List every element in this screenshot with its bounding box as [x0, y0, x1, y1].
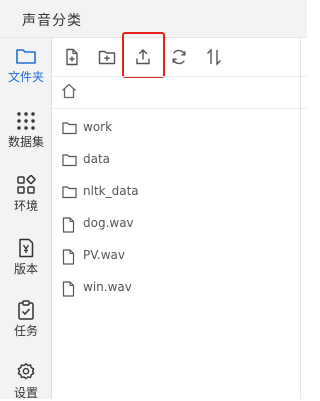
file-list-item[interactable]: nltk_data	[62, 182, 292, 204]
task-clipboard-icon	[18, 300, 34, 320]
sidebar-item-task[interactable]: 任务	[0, 300, 52, 339]
sort-icon	[207, 48, 221, 66]
file-list-item[interactable]: data	[62, 150, 292, 172]
toolbar-divider	[52, 76, 307, 77]
panel-divider	[300, 38, 301, 399]
sidebar-item-version[interactable]: 版本	[0, 238, 52, 277]
sidebar: 文件夹 数据集 环境 版本 任务 设置	[0, 38, 52, 401]
file-name: dog.wav	[83, 216, 134, 230]
file-name: win.wav	[83, 280, 132, 294]
folder-icon	[62, 186, 77, 199]
folder-icon	[62, 154, 77, 167]
file-list-item[interactable]: work	[62, 118, 292, 140]
file-list-item[interactable]: PV.wav	[62, 246, 292, 268]
dataset-grid-icon	[17, 112, 35, 130]
sort-button[interactable]	[204, 47, 224, 67]
file-icon	[62, 217, 75, 233]
new-folder-icon	[98, 50, 116, 65]
sidebar-item-folder[interactable]: 文件夹	[0, 46, 52, 85]
file-name: nltk_data	[83, 184, 139, 198]
sidebar-item-label: 设置	[13, 386, 38, 400]
sidebar-item-label: 环境	[13, 199, 38, 213]
file-list-item[interactable]: win.wav	[62, 278, 292, 300]
folder-icon	[16, 49, 36, 64]
new-folder-button[interactable]	[97, 47, 117, 67]
file-name: work	[83, 120, 113, 134]
sidebar-item-label: 文件夹	[7, 70, 44, 84]
file-list-item[interactable]: dog.wav	[62, 214, 292, 236]
breadcrumb-home[interactable]	[60, 82, 80, 102]
file-name: data	[83, 152, 111, 166]
sidebar-item-environment[interactable]: 环境	[0, 175, 52, 214]
refresh-button[interactable]	[169, 47, 189, 67]
version-icon	[19, 238, 34, 258]
folder-icon	[62, 122, 77, 135]
page-title: 声音分类	[22, 13, 82, 29]
sidebar-item-settings[interactable]: 设置	[0, 362, 52, 401]
file-toolbar	[52, 32, 307, 78]
sidebar-item-label: 数据集	[7, 135, 44, 149]
file-icon	[62, 249, 75, 265]
sidebar-item-dataset[interactable]: 数据集	[0, 111, 52, 150]
upload-highlight-box	[122, 32, 165, 78]
sidebar-item-label: 版本	[13, 262, 38, 276]
new-file-icon	[66, 48, 78, 66]
refresh-icon	[172, 49, 186, 65]
file-icon	[62, 281, 75, 297]
environment-icon	[17, 175, 36, 194]
file-browser-panel: work data nltk_data dog.wav PV.wav win.w…	[52, 32, 307, 399]
new-file-button[interactable]	[62, 47, 82, 67]
sidebar-item-label: 任务	[13, 324, 38, 338]
file-name: PV.wav	[83, 248, 125, 262]
breadcrumb-divider	[52, 108, 307, 109]
home-icon	[62, 83, 76, 99]
settings-gear-icon	[17, 363, 35, 380]
